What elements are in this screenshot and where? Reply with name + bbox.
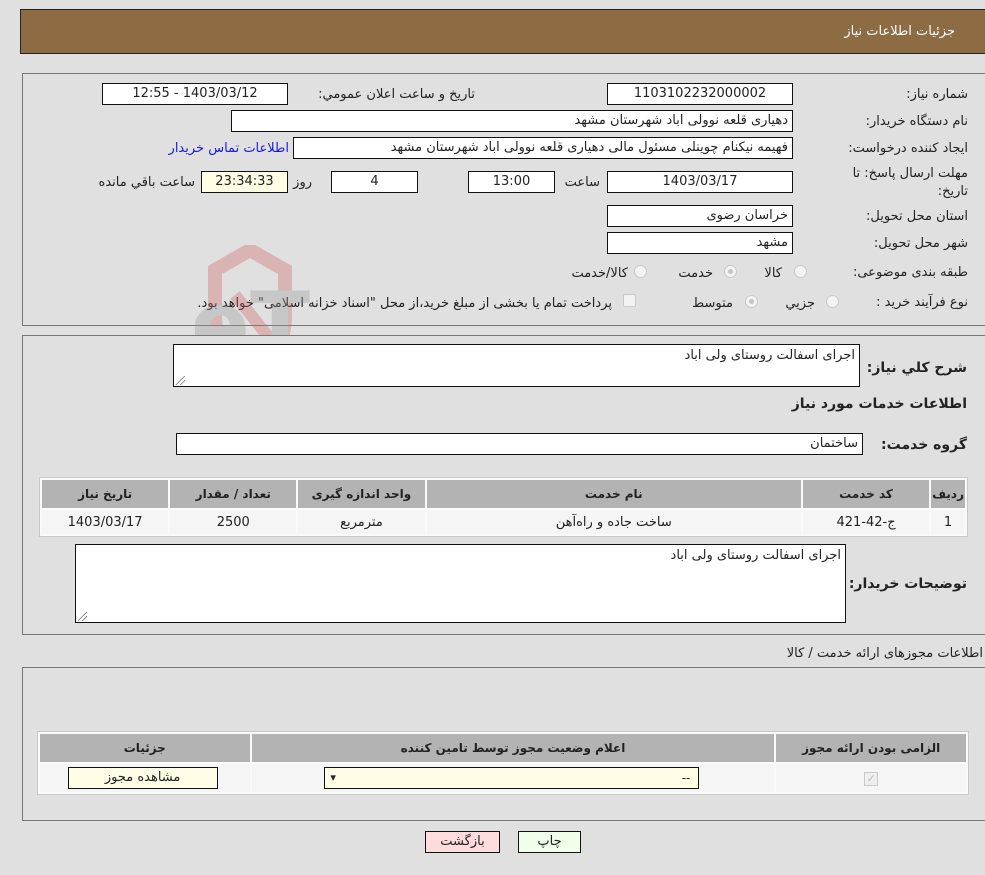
process-type-label: نوع فرآیند خرید : <box>876 295 968 310</box>
col-permit-required: الزامی بودن ارائه مجوز <box>776 734 966 762</box>
announce-date-label: تاریخ و ساعت اعلان عمومي: <box>318 87 475 102</box>
chevron-down-icon: ▾ <box>330 771 336 784</box>
services-table-header: ردیف کد خدمت نام خدمت واحد اندازه گیری ت… <box>42 480 965 508</box>
category-radio-service[interactable] <box>724 265 737 278</box>
time-remaining-label: ساعت باقي مانده <box>98 175 195 190</box>
summary-text: اجرای اسفالت روستای ولی اباد <box>684 348 855 363</box>
col-permit-status: اعلام وضعیت مجوز توسط تامین کننده <box>251 734 775 762</box>
services-table: ردیف کد خدمت نام خدمت واحد اندازه گیری ت… <box>39 477 968 537</box>
print-button[interactable]: چاپ <box>518 831 581 853</box>
cell-permit-required: ✓ <box>776 764 966 792</box>
cell-quantity: 2500 <box>170 510 297 534</box>
time-remaining-field: 23:34:33 <box>201 171 288 193</box>
col-service-code: کد خدمت <box>802 480 930 508</box>
cell-row-number: 1 <box>931 510 965 534</box>
city-field: مشهد <box>607 232 793 254</box>
deadline-label: مهلت ارسال پاسخ: تا تاریخ: <box>852 166 968 199</box>
category-goods-service-label: کالا/خدمت <box>571 266 628 281</box>
service-group-label: گروه خدمت: <box>881 437 967 453</box>
permit-status-select[interactable]: -- ▾ <box>324 767 700 789</box>
category-service-label: خدمت <box>678 266 713 281</box>
creator-field: فهیمه نیکنام چوینلی مسئول مالی دهیاری قل… <box>293 137 793 159</box>
cell-service-code: ج-42-421 <box>802 510 930 534</box>
cell-need-date: 1403/03/17 <box>42 510 169 534</box>
buyer-notes-textarea[interactable]: اجرای اسفالت روستای ولی اباد <box>75 544 846 623</box>
city-label: شهر محل تحویل: <box>873 236 968 251</box>
page-title: جزئیات اطلاعات نیاز <box>844 24 955 39</box>
table-row: 1 ج-42-421 ساخت جاده و راه‌آهن مترمربع 2… <box>42 510 965 534</box>
col-row-number: ردیف <box>931 480 965 508</box>
cell-permit-status: -- ▾ <box>251 764 775 792</box>
buyer-org-field: دهیاری قلعه نوولی اباد شهرستان مشهد <box>231 110 793 132</box>
back-button[interactable]: بازگشت <box>425 831 500 853</box>
cell-service-name: ساخت جاده و راه‌آهن <box>426 510 801 534</box>
resize-grip-icon[interactable] <box>176 376 185 385</box>
buyer-notes-label: توضیحات خریدار: <box>848 576 967 592</box>
province-field: خراسان رضوی <box>607 205 793 227</box>
deadline-date-field: 1403/03/17 <box>607 171 793 193</box>
province-label: استان محل تحویل: <box>866 209 968 224</box>
col-need-date: تاریخ نیاز <box>42 480 169 508</box>
permits-table-header: الزامی بودن ارائه مجوز اعلام وضعیت مجوز … <box>40 734 966 762</box>
deadline-time-field: 13:00 <box>468 171 555 193</box>
resize-grip-icon[interactable] <box>78 612 87 621</box>
view-permit-button[interactable]: مشاهده مجوز <box>67 767 218 789</box>
category-label: طبقه بندی موضوعی: <box>852 265 968 280</box>
days-remaining-field: 4 <box>331 171 418 193</box>
buyer-notes-text: اجرای اسفالت روستای ولی اباد <box>670 548 841 563</box>
col-quantity: تعداد / مقدار <box>170 480 297 508</box>
permit-required-checkbox: ✓ <box>864 771 879 786</box>
process-minor-label: جزيي <box>785 296 815 311</box>
need-number-field: 1103102232000002 <box>607 83 793 105</box>
need-number-label: شماره نیاز: <box>906 87 968 102</box>
category-radio-goods[interactable] <box>794 265 807 278</box>
buyer-org-label: نام دستگاه خریدار: <box>865 114 968 129</box>
services-section-title: اطلاعات خدمات مورد نیاز <box>791 396 967 412</box>
col-service-name: نام خدمت <box>426 480 801 508</box>
table-row: ✓ -- ▾ مشاهده مجوز <box>40 764 966 792</box>
summary-label: شرح کلي نیاز: <box>866 360 967 376</box>
buyer-contact-link[interactable]: اطلاعات تماس خریدار <box>169 141 289 156</box>
creator-label: ایجاد کننده درخواست: <box>848 141 968 156</box>
cell-unit: مترمربع <box>298 510 425 534</box>
permit-status-value: -- <box>681 771 691 785</box>
category-goods-label: کالا <box>764 266 782 281</box>
service-group-field: ساختمان <box>176 433 863 455</box>
announce-date-field: 1403/03/12 - 12:55 <box>102 83 288 105</box>
process-radio-minor[interactable] <box>826 295 839 308</box>
deadline-time-label: ساعت <box>564 175 600 190</box>
treasury-checkbox[interactable] <box>623 294 636 307</box>
page-header: جزئیات اطلاعات نیاز <box>20 9 985 54</box>
permits-section-title: اطلاعات مجوزهای ارائه خدمت / کالا <box>786 646 983 661</box>
permits-table: الزامی بودن ارائه مجوز اعلام وضعیت مجوز … <box>37 731 969 795</box>
process-radio-medium[interactable] <box>745 295 758 308</box>
process-medium-label: متوسط <box>692 296 733 311</box>
treasury-note: پرداخت تمام یا بخشی از مبلغ خرید،از محل … <box>197 296 612 311</box>
col-permit-details: جزئیات <box>40 734 250 762</box>
summary-textarea[interactable]: اجرای اسفالت روستای ولی اباد <box>173 344 860 387</box>
category-radio-goods-service[interactable] <box>634 265 647 278</box>
col-unit: واحد اندازه گیری <box>298 480 425 508</box>
cell-permit-details: مشاهده مجوز <box>40 764 250 792</box>
